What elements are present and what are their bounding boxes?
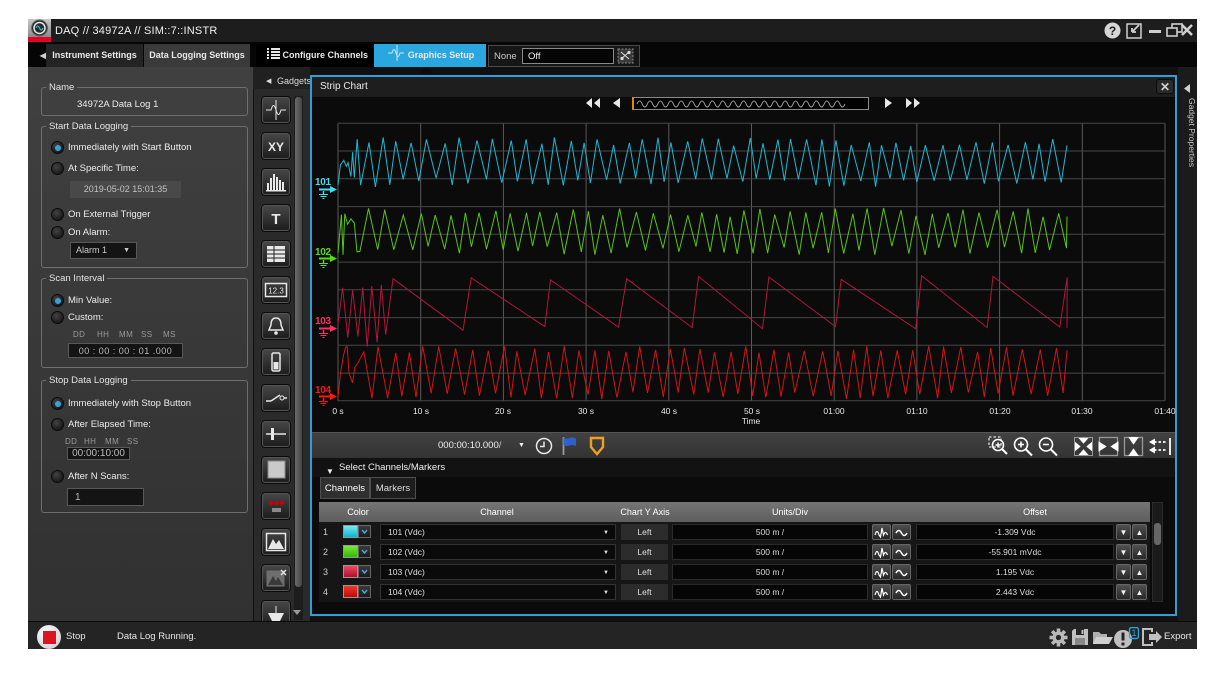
svg-text:XY: XY xyxy=(268,140,284,154)
svg-text:1: 1 xyxy=(1131,628,1136,638)
svg-text:T: T xyxy=(271,211,280,228)
svg-text:?: ? xyxy=(1109,24,1116,38)
svg-text:12.3: 12.3 xyxy=(268,287,284,296)
